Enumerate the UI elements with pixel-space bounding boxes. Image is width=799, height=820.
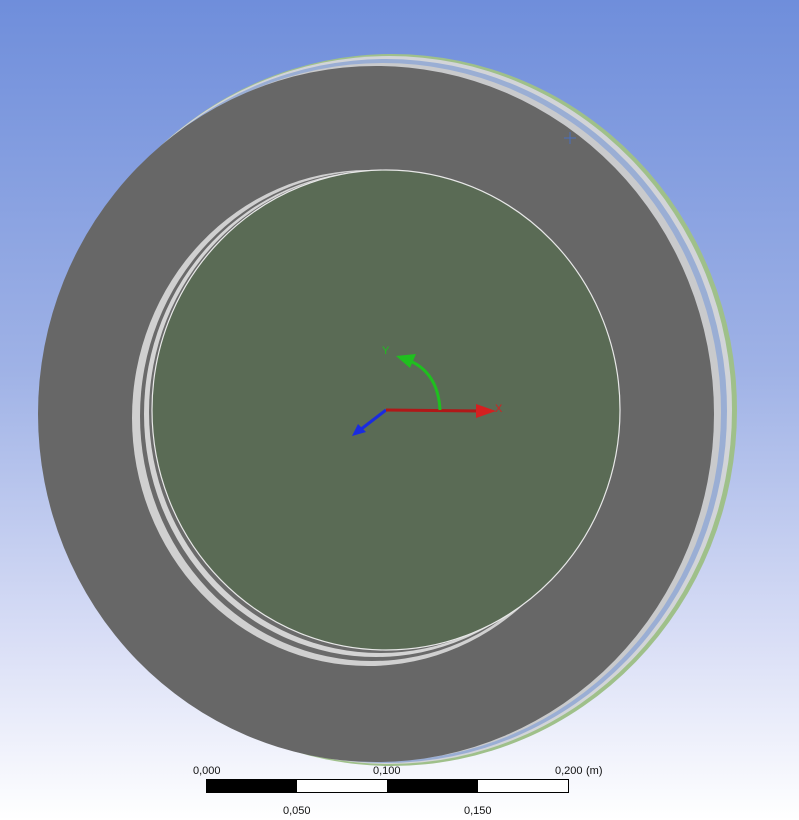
scale-unit-label: (m) <box>586 765 603 777</box>
scale-segment-4 <box>478 779 569 793</box>
scale-segment-3 <box>387 779 478 793</box>
graphics-viewport[interactable]: X Y 0,000 0,100 0,200 (m) 0,050 0,150 <box>0 0 799 820</box>
x-axis-label: X <box>495 403 503 415</box>
model-view[interactable]: X Y <box>0 0 799 820</box>
scale-label-50: 0,050 <box>283 805 311 817</box>
scale-segment-2 <box>297 779 387 793</box>
scale-label-100: 0,100 <box>373 765 401 777</box>
y-axis-label: Y <box>382 345 390 357</box>
scale-label-0: 0,000 <box>193 765 221 777</box>
x-axis <box>385 408 481 413</box>
scale-label-200: 0,200 <box>555 765 583 777</box>
scale-label-150: 0,150 <box>464 805 492 817</box>
scale-segment-1 <box>206 779 297 793</box>
